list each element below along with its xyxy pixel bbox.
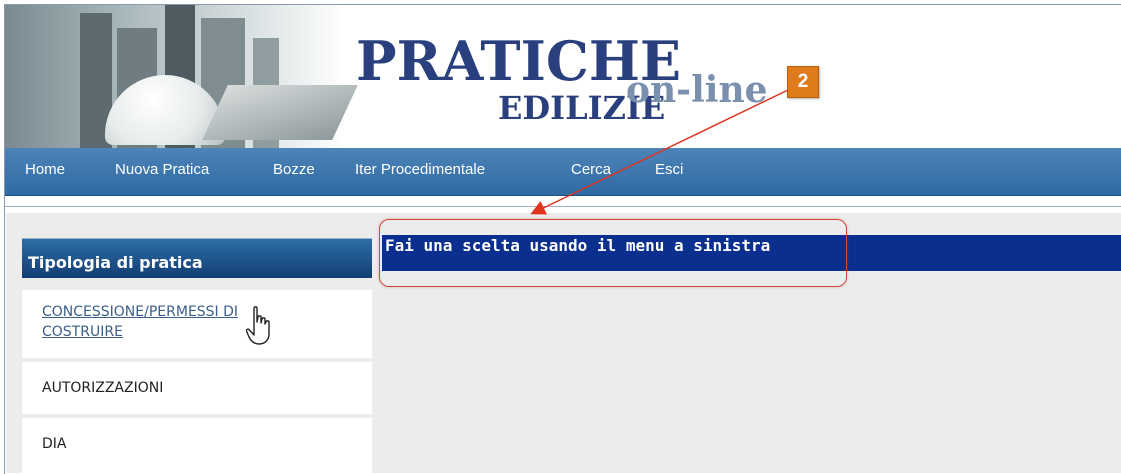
- annotation-highlight-box: [379, 219, 847, 287]
- sidebar-item-label-line2[interactable]: COSTRUIRE: [42, 324, 123, 340]
- nav-iter-procedimentale[interactable]: Iter Procedimentale: [355, 148, 485, 195]
- sidebar-item-label: DIA: [42, 436, 67, 452]
- nav-cerca[interactable]: Cerca: [571, 148, 611, 195]
- sidebar-title: Tipologia di pratica: [22, 238, 372, 278]
- sidebar-item-label-line1[interactable]: CONCESSIONE/PERMESSI DI: [42, 304, 238, 320]
- nav-nuova-pratica[interactable]: Nuova Pratica: [115, 148, 209, 195]
- nav-esci[interactable]: Esci: [655, 148, 683, 195]
- sidebar-item-dia[interactable]: DIA: [22, 418, 372, 473]
- main-nav: Home Nuova Pratica Bozze Iter Procedimen…: [5, 148, 1121, 196]
- sidebar-item-autorizzazioni[interactable]: AUTORIZZAZIONI: [22, 362, 372, 414]
- hand-cursor-icon: [246, 306, 270, 345]
- step-badge: 2: [787, 66, 819, 98]
- laptop-image: [202, 85, 358, 140]
- nav-home[interactable]: Home: [25, 148, 65, 195]
- sidebar-item-concessione[interactable]: CONCESSIONE/PERMESSI DI COSTRUIRE: [22, 290, 372, 358]
- header-photo: [5, 5, 358, 148]
- sidebar: Tipologia di pratica CONCESSIONE/PERMESS…: [22, 238, 372, 473]
- logo-online: on-line: [626, 69, 768, 111]
- nav-bozze[interactable]: Bozze: [273, 148, 315, 195]
- sidebar-item-label: AUTORIZZAZIONI: [42, 380, 164, 396]
- nav-divider: [5, 206, 1121, 207]
